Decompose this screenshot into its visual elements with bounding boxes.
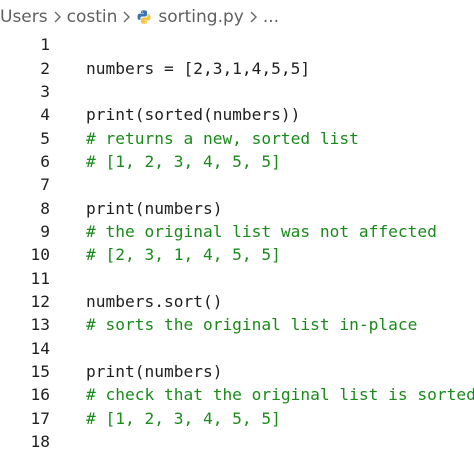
line-number: 13 [30, 315, 51, 335]
breadcrumb-item-costin[interactable]: costin [67, 7, 118, 27]
code-line[interactable]: 4 print(sorted(numbers)) [0, 103, 474, 126]
chevron-right-icon [249, 10, 258, 24]
code-line[interactable]: 18 [0, 430, 474, 453]
code-line[interactable]: 16 # check that the original list is sor… [0, 383, 474, 406]
code-line[interactable]: 6 # [1, 2, 3, 4, 5, 5] [0, 150, 474, 173]
code-line[interactable]: 12 numbers.sort() [0, 290, 474, 313]
code-line[interactable]: 11 [0, 266, 474, 289]
line-number: 1 [40, 35, 50, 55]
line-number: 18 [30, 432, 51, 452]
code-line[interactable]: 13 # sorts the original list in-place [0, 313, 474, 336]
chevron-right-icon [53, 10, 62, 24]
code-line[interactable]: 15 print(numbers) [0, 360, 474, 383]
line-number: 16 [30, 385, 51, 405]
code-line[interactable]: 9 # the original list was not affected [0, 220, 474, 243]
line-number: 6 [40, 151, 50, 171]
line-number: 17 [30, 408, 51, 428]
line-number: 3 [40, 81, 50, 101]
line-code: numbers.sort() [86, 291, 223, 311]
code-line[interactable]: 7 [0, 173, 474, 196]
line-number: 9 [40, 221, 50, 241]
code-line[interactable]: 3 [0, 80, 474, 103]
line-number: 14 [30, 338, 51, 358]
line-code: numbers = [2,3,1,4,5,5] [86, 58, 311, 78]
python-icon [136, 9, 152, 25]
line-number: 5 [40, 128, 50, 148]
line-code: print(sorted(numbers)) [86, 105, 301, 125]
line-comment: # check that the original list is sorted [86, 385, 474, 405]
code-line[interactable]: 14 [0, 336, 474, 359]
line-number: 11 [30, 268, 51, 288]
code-line[interactable]: 17 # [1, 2, 3, 4, 5, 5] [0, 407, 474, 430]
line-comment: # returns a new, sorted list [86, 128, 359, 148]
code-editor[interactable]: 1 2 numbers = [2,3,1,4,5,5] 3 4 print(so… [0, 33, 474, 453]
line-comment: # the original list was not affected [86, 221, 437, 241]
breadcrumb-item-more[interactable]: ... [263, 7, 279, 27]
breadcrumb-item-file[interactable]: sorting.py [158, 7, 243, 27]
code-line[interactable]: 5 # returns a new, sorted list [0, 126, 474, 149]
line-code: print(numbers) [86, 198, 223, 218]
line-number: 12 [30, 291, 51, 311]
line-comment: # sorts the original list in-place [86, 315, 418, 335]
line-comment: # [1, 2, 3, 4, 5, 5] [86, 151, 281, 171]
code-line[interactable]: 8 print(numbers) [0, 196, 474, 219]
line-number: 15 [30, 361, 51, 381]
line-comment: # [1, 2, 3, 4, 5, 5] [86, 408, 281, 428]
line-number: 4 [40, 105, 50, 125]
breadcrumb-item-users[interactable]: Users [0, 7, 48, 27]
code-line[interactable]: 10 # [2, 3, 1, 4, 5, 5] [0, 243, 474, 266]
code-line[interactable]: 2 numbers = [2,3,1,4,5,5] [0, 56, 474, 79]
line-comment: # [2, 3, 1, 4, 5, 5] [86, 245, 281, 265]
code-line[interactable]: 1 [0, 33, 474, 56]
line-code: print(numbers) [86, 361, 223, 381]
line-number: 2 [40, 58, 50, 78]
line-number: 8 [40, 198, 50, 218]
breadcrumb: Users costin sorting.py ... [0, 0, 474, 34]
line-number: 7 [40, 175, 50, 195]
line-number: 10 [30, 245, 51, 265]
chevron-right-icon [122, 10, 131, 24]
